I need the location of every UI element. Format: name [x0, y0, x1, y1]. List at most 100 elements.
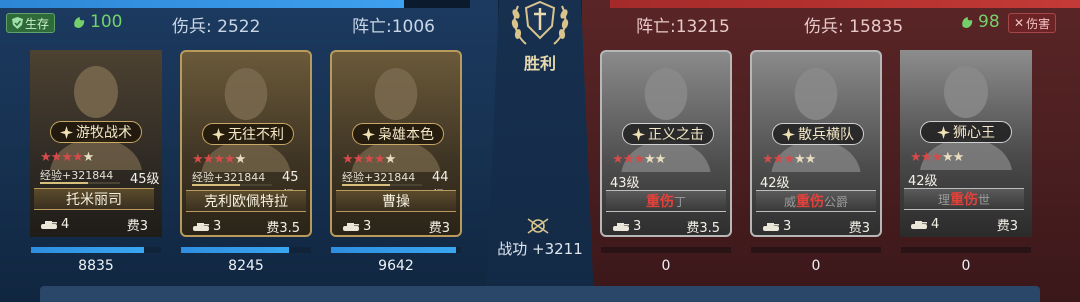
- hero-cost: 费3.5: [686, 220, 720, 236]
- hero-stats: 3 费3: [756, 216, 876, 236]
- hero-cost: 费3.5: [266, 220, 300, 236]
- star-icon: ★: [50, 150, 63, 165]
- victory-emblem-icon: [511, 0, 569, 45]
- hero-name: 托米丽司: [66, 192, 122, 208]
- hero-stats: 3 费3: [336, 216, 456, 236]
- close-icon: ✕: [1014, 16, 1025, 30]
- hero-name-faded: 公爵: [824, 194, 849, 209]
- hero-skill[interactable]: 游牧战术: [50, 121, 142, 143]
- hero-name-plate: 理重伤世: [904, 188, 1024, 210]
- hero-name-plate: 克利欧佩特拉: [186, 190, 306, 212]
- hero-name-faded: 丁: [673, 194, 686, 209]
- hero-name-plate: 托米丽司: [34, 188, 154, 210]
- hero-stars: ★★★★★: [910, 150, 965, 165]
- hero-hp-value: 8245: [228, 258, 264, 274]
- defender-dead: 阵亡:13215: [636, 16, 730, 37]
- star-icon: ★: [804, 152, 817, 167]
- hero-hp-bar: [31, 247, 161, 253]
- hero-exp: 经验+321844: [40, 169, 114, 182]
- shield-icon: [12, 17, 23, 29]
- hero-hp-value: 0: [811, 258, 821, 274]
- hero-level: 45级: [130, 172, 160, 187]
- morale-icon: [962, 17, 973, 28]
- heavy-wound-status: 重伤: [950, 192, 978, 208]
- star-icon: ★: [941, 150, 954, 165]
- hero-name-faded: 世: [978, 192, 991, 207]
- troop-count: 3: [633, 218, 642, 234]
- hero-hp-bar: [751, 247, 881, 253]
- survive-badge: 生存: [6, 13, 56, 33]
- star-icon: ★: [654, 152, 667, 167]
- star-icon: ★: [202, 152, 215, 167]
- hero-name: 曹操: [382, 194, 410, 210]
- hero-hp-bar-fill: [181, 247, 289, 253]
- left-hero-card[interactable]: 枭雄本色 ★★★★★经验+32184444级曹操 3 费3: [330, 50, 462, 237]
- attacker-troop-bar: [0, 0, 470, 8]
- hero-stats: 4 费3: [904, 214, 1024, 234]
- hero-skill[interactable]: 无往不利: [202, 123, 294, 145]
- star-icon: ★: [40, 150, 52, 165]
- star-icon: ★: [931, 150, 943, 165]
- hero-skill-label: 游牧战术: [76, 125, 132, 141]
- tank-icon: [911, 221, 927, 229]
- skill-star-icon: [212, 127, 225, 141]
- hero-stars: ★★★★★: [762, 152, 817, 167]
- hero-hp-value: 9642: [378, 258, 414, 274]
- skill-star-icon: [60, 125, 73, 139]
- star-icon: ★: [363, 152, 375, 167]
- hero-level: 43级: [610, 176, 640, 191]
- hero-stars: ★★★★★: [40, 150, 94, 165]
- left-hero-card[interactable]: 无往不利 ★★★★★经验+32184445级克利欧佩特拉 3 费3.5: [180, 50, 312, 237]
- hero-skill-label: 正义之击: [648, 127, 704, 143]
- right-hero-card[interactable]: 狮心王 ★★★★★ 42级理重伤世 4 费3: [900, 50, 1032, 237]
- attacker-morale-value: 100: [90, 12, 123, 32]
- defender-morale: 98: [960, 12, 1000, 32]
- troop-count: 3: [213, 218, 222, 234]
- attacker-wounded: 伤兵: 2522: [172, 16, 261, 37]
- skill-star-icon: [937, 125, 950, 139]
- star-icon: ★: [920, 150, 933, 165]
- defender-morale-value: 98: [978, 12, 1000, 32]
- hero-cost: 费3: [996, 218, 1018, 234]
- star-icon: ★: [384, 152, 397, 167]
- defender-troop-bar: [610, 0, 1080, 8]
- defender-wounded: 伤兵: 15835: [804, 16, 904, 37]
- hero-exp: 经验+321844: [342, 171, 416, 184]
- hero-name: 克利欧佩特拉: [204, 194, 288, 210]
- defender-troop-bar-fill: [610, 0, 1080, 8]
- hero-stats: 3 费3.5: [186, 216, 306, 236]
- star-icon: ★: [213, 152, 225, 167]
- left-hero-card[interactable]: 游牧战术 ★★★★★ 经验+321844 45级 托米丽司 4 费3: [30, 50, 162, 237]
- troop-count: 4: [931, 216, 940, 232]
- hero-name-plate: 威重伤 公爵: [756, 190, 876, 212]
- exp-bar: [40, 182, 120, 184]
- hero-level: 42级: [760, 176, 790, 191]
- hero-skill[interactable]: 正义之击: [622, 123, 714, 145]
- tank-icon: [193, 223, 209, 231]
- troop-count: 3: [363, 218, 372, 234]
- right-hero-card[interactable]: 正义之击 ★★★★★ 43级 重伤丁 3 费3.5: [600, 50, 732, 237]
- right-hero-card[interactable]: 散兵横队 ★★★★★ 42级威重伤 公爵 3 费3: [750, 50, 882, 237]
- hero-skill[interactable]: 散兵横队: [772, 123, 864, 145]
- star-icon: ★: [952, 150, 965, 165]
- tank-icon: [41, 221, 57, 229]
- attacker-morale: 100: [72, 12, 122, 32]
- skill-star-icon: [782, 127, 795, 141]
- star-icon: ★: [910, 150, 922, 165]
- tank-icon: [613, 223, 629, 231]
- hero-stats: 3 费3.5: [606, 216, 726, 236]
- hero-stars: ★★★★★: [612, 152, 667, 167]
- hero-cost: 费3: [848, 220, 870, 236]
- hero-stars: ★★★★★: [192, 152, 246, 167]
- hero-cost: 费3: [428, 220, 450, 236]
- star-icon: ★: [783, 152, 795, 167]
- hero-skill[interactable]: 枭雄本色: [352, 123, 444, 145]
- hero-skill[interactable]: 狮心王: [920, 121, 1012, 143]
- star-icon: ★: [342, 152, 354, 167]
- star-icon: ★: [192, 152, 204, 167]
- hero-name-plate: 重伤丁: [606, 190, 726, 212]
- hero-exp: 经验+321844: [192, 171, 266, 184]
- exp-bar-fill: [342, 184, 390, 186]
- morale-icon: [74, 17, 85, 28]
- tank-icon: [763, 223, 779, 231]
